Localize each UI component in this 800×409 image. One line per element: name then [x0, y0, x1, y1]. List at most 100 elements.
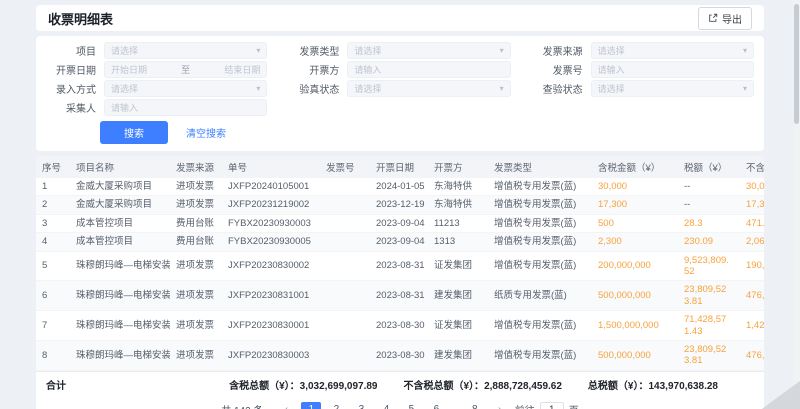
- pagination-page-1[interactable]: 1: [301, 402, 321, 409]
- table-cell: 增值税专用发票(蓝): [488, 214, 592, 232]
- table-cell: 建发集团: [428, 281, 488, 311]
- column-header-10: 不含税金额（¥）: [740, 156, 764, 178]
- table-cell: JXFP20230831001: [222, 281, 320, 311]
- table-cell: JXFP20230830003: [222, 340, 320, 370]
- clear-search-button[interactable]: 清空搜索: [180, 121, 232, 144]
- table-cell: 23,809,523.81: [678, 281, 740, 311]
- table-cell: 金威大厦采购项目: [70, 196, 170, 214]
- filter-field-invoice-date: 开票日期开始日期至结束日期: [40, 62, 267, 77]
- summary-totals: 含税总额（¥）：3,032,699,097.89 不含税总额（¥）：2,888,7…: [229, 377, 718, 392]
- pagination-total: 共 142 条: [221, 402, 263, 409]
- summary-total-tax: 总税额（¥）：143,970,638.28: [588, 377, 718, 392]
- pagination-prev-button[interactable]: ‹: [276, 402, 296, 409]
- pagination-page-4[interactable]: 4: [376, 402, 396, 409]
- select-placeholder: 请选择: [598, 82, 625, 95]
- column-header-4: 发票号: [320, 156, 370, 178]
- pagination-page-3[interactable]: 3: [351, 402, 371, 409]
- pagination: 共 142 条‹123456...8›前往页: [36, 397, 764, 409]
- filter-label-invoice-source: 发票来源: [527, 43, 583, 58]
- table-scroll-area[interactable]: 序号项目名称发票来源单号发票号开票日期开票方发票类型含税金额（¥）税额（¥）不含…: [36, 156, 764, 371]
- filter-label-check-status: 查验状态: [527, 81, 583, 96]
- summary-item-label: 不含税总额（¥）：: [404, 381, 485, 392]
- table-cell: 476,190,476.19: [740, 281, 764, 311]
- table-cell: 东海特供: [428, 178, 488, 196]
- summary-item-value: 2,888,728,459.62: [484, 381, 562, 392]
- table-row[interactable]: 5珠穆朗玛峰—电梯安装进项发票JXFP202308300022023-08-31…: [36, 251, 764, 281]
- filter-grid: 项目请选择▾发票类型请选择▾发票来源请选择▾开票日期开始日期至结束日期开票方请输…: [40, 43, 754, 115]
- invoice-source-select[interactable]: 请选择▾: [591, 42, 754, 59]
- table-row[interactable]: 2金威大厦采购项目进项发票JXFP202312190022023-12-19东海…: [36, 196, 764, 214]
- invoice-number-input[interactable]: 请输入: [591, 61, 754, 78]
- table-row[interactable]: 7珠穆朗玛峰—电梯安装进项发票JXFP20230830001 2023-08-30…: [36, 311, 764, 341]
- table-cell: 1,428,571,428.57: [740, 311, 764, 341]
- date-range-separator: 至: [177, 63, 194, 76]
- invoice-date-range-picker[interactable]: 开始日期至结束日期: [104, 61, 267, 78]
- select-placeholder: 请选择: [354, 44, 381, 57]
- table-cell: 珠穆朗玛峰—电梯安装: [70, 251, 170, 281]
- table-cell: 190,476,190.48: [740, 251, 764, 281]
- summary-total-incl-tax: 含税总额（¥）：3,032,699,097.89: [229, 377, 377, 392]
- verify-status-select[interactable]: 请选择▾: [347, 80, 510, 97]
- table-cell: [320, 281, 370, 311]
- table-cell: 2023-08-30: [370, 340, 428, 370]
- table-row[interactable]: 6珠穆朗玛峰—电梯安装进项发票JXFP202308310012023-08-31…: [36, 281, 764, 311]
- table-cell: 进项发票: [170, 281, 222, 311]
- filter-label-invoice-number: 发票号: [527, 62, 583, 77]
- filter-field-issuer: 开票方请输入: [283, 62, 510, 77]
- pagination-page-2[interactable]: 2: [326, 402, 346, 409]
- table-cell: 增值税专用发票(蓝): [488, 233, 592, 251]
- entry-method-select[interactable]: 请选择▾: [104, 80, 267, 97]
- project-select[interactable]: 请选择▾: [104, 42, 267, 59]
- table-cell: FYBX20230930003: [222, 214, 320, 232]
- search-button[interactable]: 搜索: [100, 121, 168, 144]
- vertical-scrollbar[interactable]: [793, 0, 800, 409]
- filter-label-invoice-type: 发票类型: [283, 43, 339, 58]
- table-cell: 2023-08-30: [370, 311, 428, 341]
- table-cell: 1: [36, 178, 70, 196]
- pagination-page-6[interactable]: 6: [426, 402, 446, 409]
- page-jump-input[interactable]: [540, 402, 564, 409]
- scrollbar-thumb[interactable]: [794, 4, 799, 124]
- table-cell: JXFP20230830001: [222, 311, 320, 341]
- table-cell: 30,000: [740, 178, 764, 196]
- table-row[interactable]: 1金威大厦采购项目进项发票JXFP202401050012024-01-05东海…: [36, 178, 764, 196]
- table-cell: 成本管控项目: [70, 233, 170, 251]
- table-row[interactable]: 8珠穆朗玛峰—电梯安装进项发票JXFP202308300032023-08-30…: [36, 340, 764, 370]
- table-cell: 7: [36, 311, 70, 341]
- table-cell: 金威大厦采购项目: [70, 178, 170, 196]
- table-cell: 增值税专用发票(蓝): [488, 178, 592, 196]
- filter-label-project: 项目: [40, 43, 96, 58]
- chevron-down-icon: ▾: [500, 47, 504, 55]
- export-button[interactable]: 导出: [698, 7, 752, 30]
- check-status-select[interactable]: 请选择 ▾: [591, 80, 754, 97]
- filter-field-project: 项目请选择▾: [40, 43, 267, 58]
- collector-input[interactable]: 请输入: [104, 99, 267, 116]
- pagination-next-button[interactable]: ›: [490, 402, 510, 409]
- summary-item-label: 含税总额（¥）：: [229, 381, 300, 392]
- table-cell: 进项发票: [170, 311, 222, 341]
- table-cell: 2023-09-04: [370, 214, 428, 232]
- page-root: 收票明细表 导出 项目请选择▾发票类型请选择▾发票来源请选择▾开票日期开始日期至…: [36, 5, 764, 409]
- table-cell: 证发集团: [428, 251, 488, 281]
- table-cell: 71,428,571.43: [678, 311, 740, 341]
- invoice-type-select[interactable]: 请选择 ▾: [347, 42, 510, 59]
- table-cell: 2,300: [592, 233, 678, 251]
- summary-item-value: 143,970,638.28: [648, 381, 718, 392]
- table-cell: 5: [36, 251, 70, 281]
- table-cell: [320, 251, 370, 281]
- summary-row: 合计 含税总额（¥）：3,032,699,097.89不含税总额（¥）：2,88…: [36, 371, 764, 397]
- issuer-input[interactable]: 请输入: [347, 61, 510, 78]
- date-end-placeholder: 结束日期: [224, 63, 260, 76]
- table-cell: 增值税专用发票(蓝): [488, 340, 592, 370]
- pagination-page-8[interactable]: 8: [465, 402, 485, 409]
- table-cell: --: [678, 178, 740, 196]
- chevron-down-icon: ▾: [743, 85, 747, 93]
- table-cell: 进项发票: [170, 196, 222, 214]
- table-row[interactable]: 4成本管控项目费用台账FYBX202309300052023-09-041313…: [36, 233, 764, 251]
- table-cell: 1313: [428, 233, 488, 251]
- pagination-page-5[interactable]: 5: [401, 402, 421, 409]
- summary-item-label: 总税额（¥）：: [588, 381, 649, 392]
- table-cell: 4: [36, 233, 70, 251]
- table-row[interactable]: 3成本管控项目费用台账FYBX202309300032023-09-041121…: [36, 214, 764, 232]
- table-cell: 珠穆朗玛峰—电梯安装: [70, 311, 170, 341]
